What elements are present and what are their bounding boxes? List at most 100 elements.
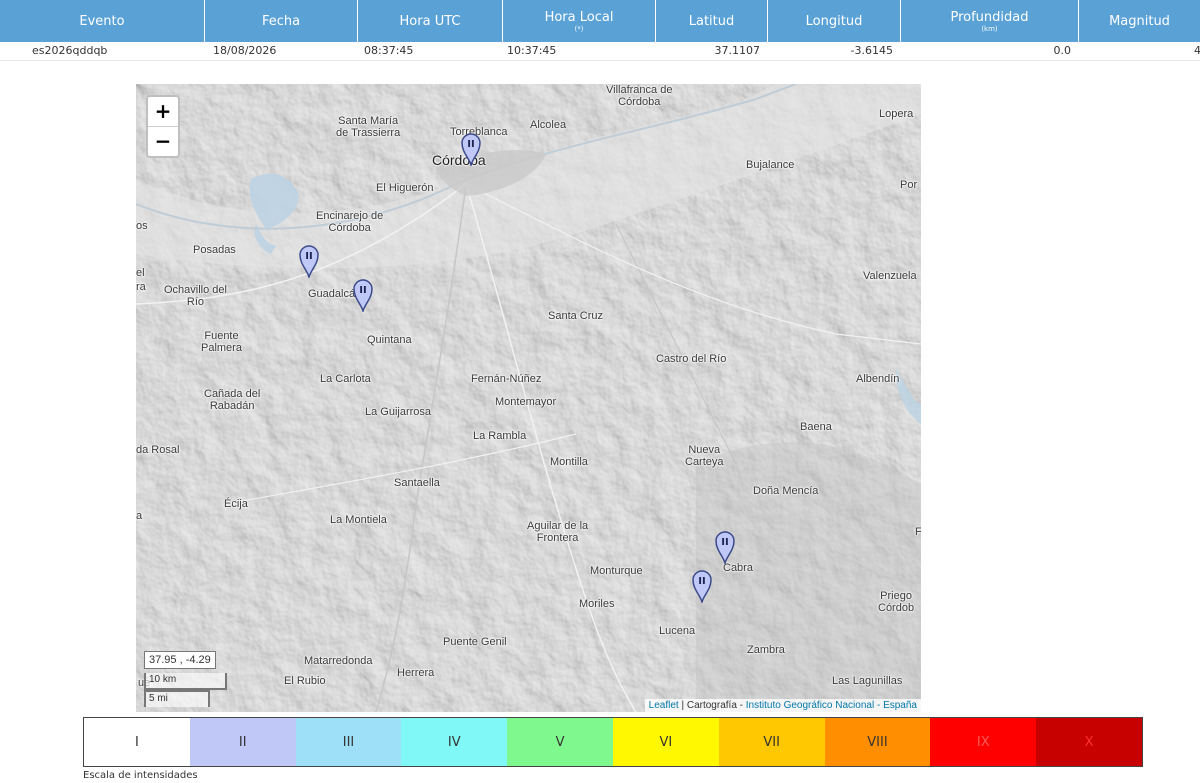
intensity-level-5: V (507, 718, 613, 766)
col-hora-local-note: (*) (574, 24, 584, 33)
cell-hora-utc: 08:37:45 (364, 44, 414, 57)
zoom-out-button[interactable]: − (148, 127, 178, 156)
place-matarredonda: Matarredonda (304, 655, 373, 667)
intensity-level-8: VIII (824, 718, 931, 766)
intensity-marker-2[interactable]: II (298, 244, 320, 280)
col-evento-label: Evento (79, 13, 125, 29)
col-evento[interactable]: Evento (0, 0, 205, 42)
cell-evento[interactable]: es2026qddqb (28, 42, 205, 60)
col-latitud-label: Latitud (688, 13, 735, 29)
zoom-in-button[interactable]: + (148, 97, 178, 127)
svg-text:II: II (698, 576, 705, 587)
place-valenzuela: Valenzuela (863, 270, 917, 282)
cell-profundidad: 0.0 (1053, 44, 1072, 57)
intensity-scale-bar: I II III IV V VI VII VIII IX X (83, 717, 1143, 767)
place-baena: Baena (800, 421, 832, 433)
svg-text:II: II (467, 139, 474, 150)
col-longitud[interactable]: Longitud (768, 0, 901, 42)
svg-text:II: II (721, 537, 728, 548)
place-bujalance: Bujalance (746, 159, 795, 171)
intensity-level-3: III (295, 718, 402, 766)
intensity-level-7: VII (718, 718, 825, 766)
col-hora-local-label: Hora Local (544, 9, 614, 25)
cell-fecha: 18/08/2026 (213, 44, 277, 57)
place-quintana: Quintana (367, 334, 412, 346)
place-por: Por (900, 179, 918, 191)
place-zambra: Zambra (747, 644, 785, 656)
svg-text:II: II (359, 285, 366, 296)
place-la-rosal: da Rosal (136, 444, 180, 456)
place-alcolea: Alcolea (530, 119, 567, 131)
col-fecha-label: Fecha (261, 13, 301, 29)
place-os: os (136, 220, 148, 232)
col-hora-utc-label: Hora UTC (399, 13, 461, 29)
place-fuente-palmera: Fuente Palmera (201, 330, 242, 354)
intensity-level-9: IX (930, 718, 1037, 766)
place-santaella: Santaella (394, 477, 440, 489)
place-encinarejo: Encinarejo de Córdoba (316, 210, 384, 234)
intensity-level-2: II (189, 718, 296, 766)
intensity-level-6: VI (612, 718, 719, 766)
place-puente-genil: Puente Genil (443, 636, 507, 648)
place-ochavillo: Ochavillo del Río (164, 284, 227, 308)
place-aguilar: Aguilar de la Frontera (527, 520, 589, 544)
place-ecija: Écija (224, 498, 248, 510)
intensity-level-1: I (84, 718, 190, 766)
place-herrera: Herrera (397, 667, 435, 679)
place-dona-mencia: Doña Mencía (753, 485, 819, 497)
col-fecha[interactable]: Fecha (205, 0, 358, 42)
place-el: el (136, 267, 145, 279)
ign-link[interactable]: Instituto Geográfico Nacional - España (746, 700, 917, 711)
zoom-control: + − (146, 95, 180, 158)
cell-magnitud: 4 (1194, 44, 1200, 57)
attribution-separator: | Cartografía - (678, 700, 746, 711)
place-lopera: Lopera (879, 108, 914, 120)
place-moriles: Moriles (579, 598, 615, 610)
col-hora-utc[interactable]: Hora UTC (358, 0, 503, 42)
place-el-rubio: El Rubio (284, 675, 326, 687)
place-canada: Cañada del Rabadán (204, 388, 261, 412)
col-hora-local[interactable]: Hora Local (*) (503, 0, 656, 42)
place-castro: Castro del Río (656, 353, 727, 365)
scale-mi: 5 mi (144, 690, 210, 707)
intensity-marker-3[interactable]: II (352, 278, 374, 314)
col-longitud-label: Longitud (805, 13, 863, 29)
intensity-marker-4[interactable]: II (714, 530, 736, 566)
place-montilla: Montilla (550, 456, 588, 468)
place-lucena: Lucena (659, 625, 696, 637)
intensity-marker-5[interactable]: II (691, 569, 713, 605)
col-magnitud-label: Magnitud (1109, 13, 1170, 29)
cell-latitud: 37.1107 (714, 44, 761, 57)
place-nueva-carteya: Nueva Carteya (685, 444, 724, 468)
col-profundidad-unit: (km) (981, 24, 998, 33)
map-attribution: Leaflet | Cartografía - Instituto Geográ… (644, 699, 921, 712)
intensity-marker-1[interactable]: II (460, 132, 482, 168)
col-latitud[interactable]: Latitud (656, 0, 768, 42)
col-profundidad-label: Profundidad (950, 9, 1029, 25)
map-view[interactable]: Villafranca de Córdoba Lopera Santa Marí… (136, 84, 921, 712)
place-montemayor: Montemayor (495, 396, 557, 408)
place-la-rambla: La Rambla (473, 430, 527, 442)
place-monturque: Monturque (590, 565, 643, 577)
col-magnitud[interactable]: Magnitud (1079, 0, 1200, 42)
table-row[interactable]: es2026qddqb 18/08/2026 08:37:45 10:37:45… (0, 42, 1200, 61)
place-ra: ra (136, 281, 146, 293)
place-la-montiela: La Montiela (330, 514, 387, 526)
place-albendin: Albendín (856, 373, 900, 385)
cell-longitud: -3.6145 (850, 44, 893, 57)
leaflet-link[interactable]: Leaflet (649, 700, 679, 711)
place-la-carlota: La Carlota (320, 373, 371, 385)
scale-km: 10 km (144, 673, 227, 690)
place-priego: Priego Córdob (878, 590, 915, 614)
intensity-level-10: X (1036, 718, 1142, 766)
place-santa-maria: Santa María de Trassierra (336, 115, 401, 139)
results-table-header: Evento Fecha Hora UTC Hora Local (*) Lati… (0, 0, 1200, 42)
place-fernan-nunez: Fernán-Núñez (471, 373, 542, 385)
place-el-higueron: El Higuerón (376, 182, 434, 194)
place-la-guijarrosa: La Guijarrosa (365, 406, 432, 418)
place-las-lagunillas: Las Lagunillas (832, 675, 903, 687)
intensity-level-4: IV (401, 718, 508, 766)
cursor-coordinates: 37.95 , -4.29 (144, 651, 216, 669)
place-villafranca: Villafranca de Córdoba (606, 84, 673, 108)
col-profundidad[interactable]: Profundidad (km) (901, 0, 1079, 42)
